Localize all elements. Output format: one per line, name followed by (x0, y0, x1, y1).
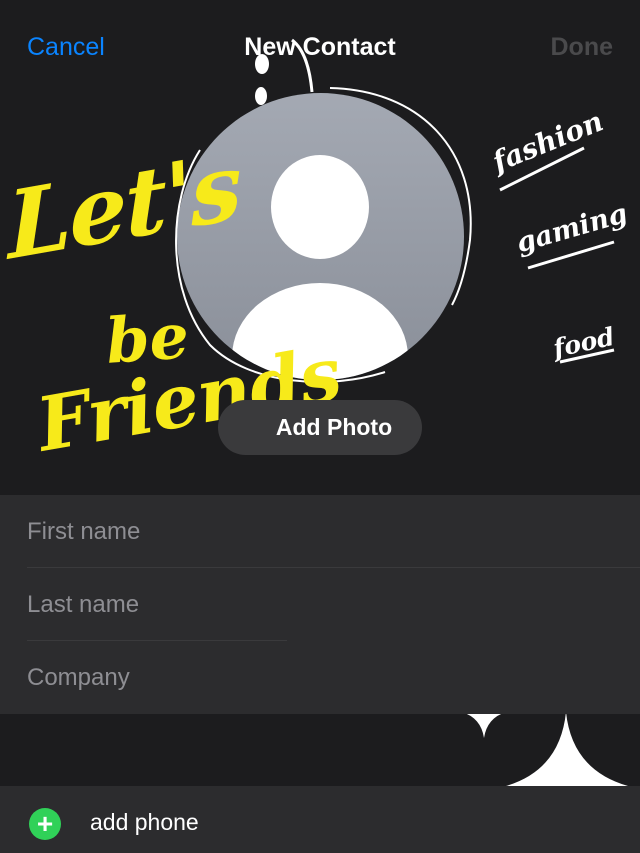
person-head-icon (271, 155, 369, 259)
add-phone-row[interactable]: + add phone (0, 786, 640, 853)
plus-circle-icon[interactable]: + (29, 808, 61, 840)
new-contact-screen: Cancel New Contact Done Let's be Friends… (0, 0, 640, 853)
last-name-field[interactable]: Last name (27, 568, 640, 641)
sticker-tag-gaming: gaming (512, 197, 631, 260)
add-phone-label: add phone (90, 809, 199, 835)
page-title: New Contact (244, 33, 396, 61)
add-photo-button[interactable]: Add Photo (218, 400, 422, 455)
done-button[interactable]: Done (551, 30, 614, 64)
sticker-tag-fashion: fashion (487, 104, 608, 179)
navigation-bar: Cancel New Contact Done (0, 0, 640, 96)
company-field[interactable]: Company (27, 641, 640, 714)
first-name-field[interactable]: First name (27, 495, 640, 568)
sticker-tag-food: food (550, 321, 617, 364)
name-fields-group: First name Last name Company (0, 495, 640, 714)
